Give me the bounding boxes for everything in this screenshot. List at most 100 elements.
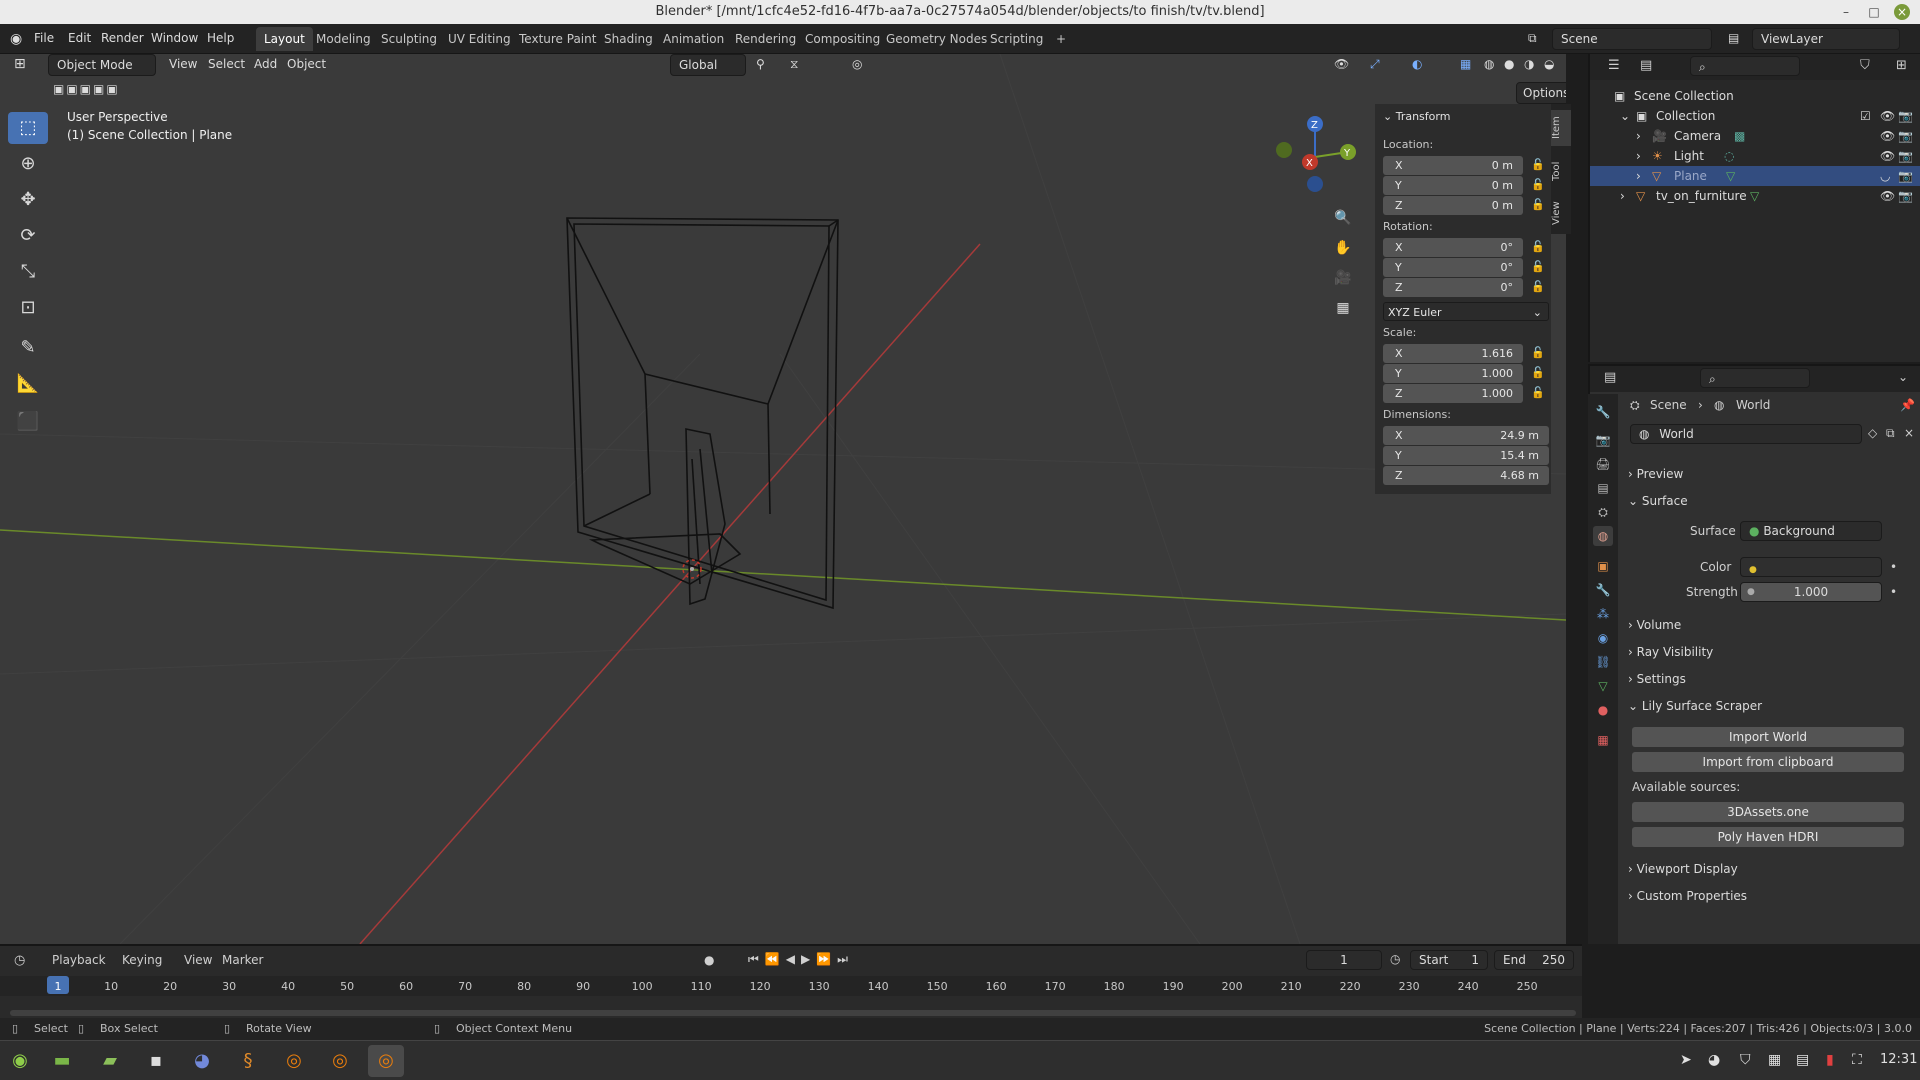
world-properties-icon[interactable]: ◍	[1593, 526, 1613, 546]
tab-rendering[interactable]: Rendering	[727, 27, 804, 51]
tab-texture-paint[interactable]: Texture Paint	[511, 27, 604, 51]
tab-geometry-nodes[interactable]: Geometry Nodes	[878, 27, 995, 51]
maximize-icon[interactable]: □	[1866, 4, 1882, 20]
tab-animation[interactable]: Animation	[655, 27, 732, 51]
start-frame-field[interactable]: Start 1	[1410, 950, 1488, 970]
tab-shading[interactable]: Shading	[596, 27, 661, 51]
lock-icon[interactable]: 🔓	[1531, 178, 1545, 191]
dimensions-z-field[interactable]: Z 4.68 m	[1383, 466, 1549, 485]
menu-edit[interactable]: Edit	[68, 31, 91, 45]
scale-tool-icon[interactable]: ⤡	[8, 256, 48, 288]
scene-icon[interactable]: ⧉	[1528, 31, 1537, 46]
keyframe-dot-icon[interactable]: •	[1890, 585, 1897, 599]
terminal-icon[interactable]: ▪	[138, 1045, 174, 1077]
viewlayer-icon[interactable]: ▤	[1728, 31, 1739, 45]
visibility-icon[interactable]: 👁	[1334, 57, 1349, 71]
location-x-field[interactable]: X 0 m	[1383, 156, 1523, 175]
xray-icon[interactable]: ▦	[1460, 57, 1471, 71]
properties-search-input[interactable]: ⌕	[1700, 368, 1810, 388]
properties-editor-icon[interactable]: ▤	[1604, 370, 1616, 385]
view-layer-properties-icon[interactable]: ▤	[1593, 478, 1613, 498]
blender-app-icon[interactable]: ◎	[322, 1045, 358, 1077]
solid-shading-icon[interactable]: ●	[1504, 57, 1514, 71]
folder-icon[interactable]: ▰	[92, 1045, 128, 1077]
particles-properties-icon[interactable]: ⁂	[1593, 604, 1613, 624]
pivot-icon[interactable]: ⚲	[756, 57, 765, 71]
object-properties-icon[interactable]: ▣	[1593, 556, 1613, 576]
filter-icon[interactable]: ⛉	[1860, 58, 1870, 73]
panel-viewport-display[interactable]: › Viewport Display	[1628, 858, 1908, 880]
record-icon[interactable]: ●	[704, 953, 714, 967]
tab-compositing[interactable]: Compositing	[797, 27, 888, 51]
playback-controls[interactable]: ⏮⏪◀▶⏩⏭	[748, 952, 854, 967]
breadcrumb-scene[interactable]: Scene	[1650, 398, 1687, 412]
viewport-menu-select[interactable]: Select	[208, 57, 245, 71]
discord-icon[interactable]: ◕	[184, 1045, 220, 1077]
camera-render-icon[interactable]: 📷	[1898, 106, 1913, 126]
add-cube-tool-icon[interactable]: ⬛	[8, 406, 48, 438]
physics-properties-icon[interactable]: ◉	[1593, 628, 1613, 648]
chevron-down-icon[interactable]: ⌄	[1898, 370, 1908, 384]
lock-icon[interactable]: 🔓	[1531, 240, 1545, 253]
panel-lily-surface-scraper[interactable]: ⌄ Lily Surface Scraper	[1628, 695, 1908, 717]
transform-tool-icon[interactable]: ⊡	[8, 292, 48, 324]
zoom-view-icon[interactable]: 🔍	[1329, 204, 1357, 232]
expand-icon[interactable]: ›	[1620, 186, 1625, 206]
lock-icon[interactable]: 🔓	[1531, 198, 1545, 211]
keyframe-dot-icon[interactable]: •	[1890, 560, 1897, 574]
rotation-x-field[interactable]: X 0°	[1383, 238, 1523, 257]
current-frame-field[interactable]: 1	[1306, 950, 1382, 970]
material-properties-icon[interactable]: ●	[1593, 700, 1613, 720]
cursor-tool-icon[interactable]: ⊕	[8, 148, 48, 180]
dimensions-x-field[interactable]: X 24.9 m	[1383, 426, 1549, 445]
menu-window[interactable]: Window	[151, 31, 198, 45]
file-manager-icon[interactable]: ▬	[44, 1045, 80, 1077]
move-tool-icon[interactable]: ✥	[8, 184, 48, 216]
rotation-y-field[interactable]: Y 0°	[1383, 258, 1523, 277]
lock-icon[interactable]: 🔓	[1531, 260, 1545, 273]
keyboard-layout-icon[interactable]: ▮	[1826, 1052, 1834, 1068]
blender-app-icon[interactable]: ◎	[276, 1045, 312, 1077]
mint-menu-icon[interactable]: ◉	[2, 1045, 38, 1077]
pan-view-icon[interactable]: ✋	[1329, 234, 1357, 262]
tab-sculpting[interactable]: Sculpting	[373, 27, 445, 51]
navigation-gizmo[interactable]: Z Y X	[1270, 112, 1360, 202]
telegram-icon[interactable]: ➤	[1680, 1052, 1692, 1068]
menu-help[interactable]: Help	[207, 31, 234, 45]
transform-orientation-dropdown[interactable]: Global	[670, 54, 746, 76]
viewport-menu-view[interactable]: View	[169, 57, 197, 71]
new-collection-icon[interactable]: ⊞	[1896, 58, 1907, 73]
outliner-scene-collection[interactable]: ▣ Scene Collection	[1590, 86, 1920, 106]
fake-user-icon[interactable]: ◇	[1868, 426, 1877, 440]
snap-icon[interactable]: ⧖	[790, 57, 798, 72]
sidebar-tab-tool[interactable]: Tool	[1551, 154, 1571, 188]
eye-icon[interactable]: 👁	[1880, 186, 1895, 206]
material-shading-icon[interactable]: ◑	[1524, 57, 1534, 71]
mesh-data-icon[interactable]: ▽	[1750, 186, 1759, 206]
scale-y-field[interactable]: Y 1.000	[1383, 364, 1523, 383]
outliner-search-input[interactable]: ⌕	[1690, 56, 1800, 76]
tool-properties-icon[interactable]: 🔧	[1593, 402, 1613, 422]
outliner-item-tv-on-furniture[interactable]: › ▽ tv_on_furniture ▽ 👁 📷	[1590, 186, 1920, 206]
timeline-menu-marker[interactable]: Marker	[222, 953, 263, 967]
modifier-properties-icon[interactable]: 🔧	[1593, 580, 1613, 600]
mesh-data-icon[interactable]: ▽	[1726, 166, 1735, 186]
3d-viewport[interactable]: ⊞ Object Mode View Select Add Object ▣▣▣…	[0, 54, 1566, 944]
expand-icon[interactable]: ›	[1636, 146, 1641, 166]
select-mode-icons[interactable]: ▣▣▣▣▣	[53, 82, 120, 96]
render-properties-icon[interactable]: 📷	[1593, 430, 1613, 450]
pin-icon[interactable]: 📌	[1900, 398, 1915, 412]
location-z-field[interactable]: Z 0 m	[1383, 196, 1523, 215]
camera-render-icon[interactable]: 📷	[1898, 186, 1913, 206]
expand-icon[interactable]: ›	[1636, 166, 1641, 186]
tab-scripting[interactable]: Scripting	[982, 27, 1051, 51]
calendar-icon[interactable]: ▦	[1768, 1052, 1781, 1068]
eye-icon[interactable]: 👁	[1880, 126, 1895, 146]
data-properties-icon[interactable]: ▽	[1593, 676, 1613, 696]
blender-active-app-icon[interactable]: ◎	[368, 1045, 404, 1077]
sublime-text-icon[interactable]: §	[230, 1045, 266, 1077]
location-y-field[interactable]: Y 0 m	[1383, 176, 1523, 195]
rotation-z-field[interactable]: Z 0°	[1383, 278, 1523, 297]
panel-volume[interactable]: › Volume	[1628, 614, 1908, 636]
object-mode-dropdown[interactable]: Object Mode	[48, 54, 156, 76]
